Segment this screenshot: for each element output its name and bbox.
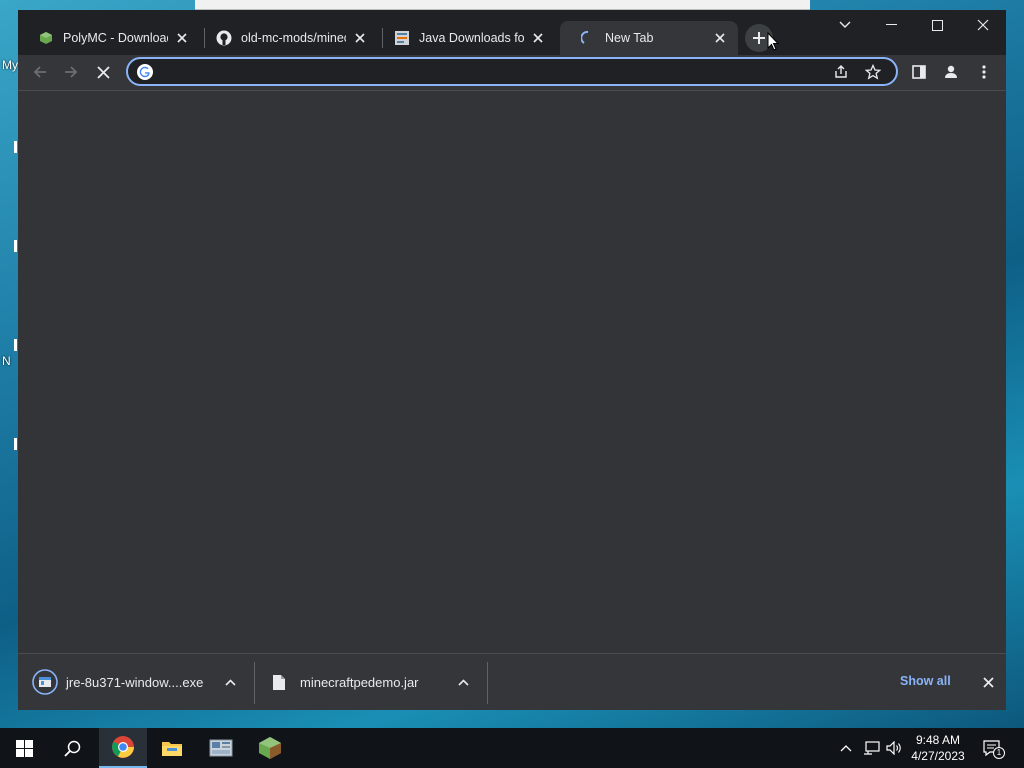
- download-separator: [254, 662, 255, 704]
- minimize-icon: [885, 24, 897, 25]
- clock-date: 4/27/2023: [911, 749, 965, 763]
- polymc-icon: [259, 737, 281, 759]
- show-all-link[interactable]: Show all: [900, 674, 951, 688]
- chrome-icon: [112, 736, 134, 758]
- tab-title: PolyMC - Download f: [63, 31, 168, 45]
- start-button[interactable]: [0, 728, 48, 768]
- arrow-left-icon: [33, 66, 46, 78]
- search-icon: [63, 740, 80, 757]
- desktop-icon-label[interactable]: N: [2, 354, 11, 368]
- network-button[interactable]: [861, 738, 881, 758]
- close-icon[interactable]: [712, 30, 728, 46]
- desktop-icon-edge: [14, 141, 17, 153]
- download-options-button[interactable]: [453, 672, 473, 692]
- stop-loading-button[interactable]: [89, 58, 117, 86]
- maximize-button[interactable]: [914, 10, 960, 40]
- polymc-icon: [38, 30, 54, 46]
- installer-icon: [32, 669, 58, 695]
- taskbar-search-button[interactable]: [48, 728, 96, 768]
- java-icon: [394, 30, 410, 46]
- google-icon: [137, 64, 153, 80]
- taskbar-chrome[interactable]: [99, 728, 147, 768]
- file-explorer-icon: [162, 742, 182, 756]
- app-icon: [209, 739, 233, 757]
- download-filename: jre-8u371-window....exe: [66, 674, 204, 690]
- close-icon[interactable]: [174, 30, 190, 46]
- volume-button[interactable]: [884, 738, 904, 758]
- github-icon: [216, 30, 232, 46]
- plus-icon: [753, 32, 765, 44]
- tab-polymc[interactable]: PolyMC - Download f: [18, 21, 200, 55]
- person-icon: [945, 65, 957, 78]
- taskbar-polymc[interactable]: [246, 728, 294, 768]
- download-shelf: jre-8u371-window....exe minecraftpedemo.…: [18, 653, 1006, 710]
- bookmark-star-icon[interactable]: [862, 61, 884, 83]
- chevron-up-icon: [840, 745, 852, 752]
- chevron-up-icon: [457, 678, 469, 686]
- close-window-button[interactable]: [960, 10, 1006, 40]
- file-icon: [266, 669, 292, 695]
- close-icon[interactable]: [352, 30, 368, 46]
- download-item[interactable]: jre-8u371-window....exe: [32, 662, 203, 702]
- more-vertical-icon: [982, 65, 986, 79]
- notification-count-badge: 1: [993, 747, 1005, 759]
- taskbar-file-explorer[interactable]: [148, 728, 196, 768]
- speaker-icon: [885, 741, 901, 755]
- side-panel-button[interactable]: [905, 58, 933, 86]
- browser-toolbar: [18, 55, 1006, 90]
- arrow-right-icon: [65, 66, 78, 78]
- address-input[interactable]: [160, 62, 820, 82]
- close-icon: [977, 19, 989, 31]
- minimize-button[interactable]: [868, 10, 914, 40]
- tab-strip: PolyMC - Download f old-mc-mods/minecr J…: [18, 10, 1006, 55]
- taskbar: 9:48 AM 4/27/2023 1: [0, 728, 1024, 768]
- clock-time: 9:48 AM: [915, 733, 961, 747]
- chevron-down-icon: [839, 21, 851, 28]
- tab-title: Java Downloads for A: [419, 31, 524, 45]
- tab-search-button[interactable]: [822, 10, 868, 40]
- taskbar-app[interactable]: [197, 728, 245, 768]
- desktop-icon-edge: [14, 438, 17, 450]
- back-button[interactable]: [26, 58, 54, 86]
- side-panel-icon: [912, 65, 926, 79]
- mouse-cursor-icon: [767, 32, 779, 51]
- address-bar[interactable]: [126, 57, 898, 86]
- tab-github[interactable]: old-mc-mods/minecr: [196, 21, 378, 55]
- forward-button[interactable]: [57, 58, 85, 86]
- close-icon[interactable]: [530, 30, 546, 46]
- desktop-icon-label[interactable]: My: [2, 58, 18, 72]
- network-icon: [863, 741, 880, 755]
- chevron-up-icon: [224, 678, 236, 686]
- tab-java[interactable]: Java Downloads for A: [374, 21, 556, 55]
- tab-title: New Tab: [605, 31, 654, 45]
- windows-start-icon: [15, 739, 33, 757]
- close-icon: [96, 65, 110, 79]
- profile-button[interactable]: [937, 58, 965, 86]
- menu-button[interactable]: [970, 58, 998, 86]
- download-separator: [487, 662, 488, 704]
- download-options-button[interactable]: [220, 672, 240, 692]
- action-center-button[interactable]: 1: [982, 738, 1005, 759]
- taskbar-clock[interactable]: 9:48 AM 4/27/2023: [905, 732, 971, 764]
- desktop-icon-edge: [14, 240, 17, 252]
- close-icon: [982, 676, 994, 688]
- tab-new-tab[interactable]: New Tab: [560, 21, 738, 55]
- tab-title: old-mc-mods/minecr: [241, 31, 346, 45]
- desktop-icon-edge: [14, 339, 17, 351]
- download-item[interactable]: minecraftpedemo.jar: [266, 662, 419, 702]
- chrome-window: PolyMC - Download f old-mc-mods/minecr J…: [18, 10, 1006, 710]
- background-window-edge: [195, 0, 810, 10]
- share-icon[interactable]: [830, 61, 852, 83]
- maximize-icon: [931, 19, 943, 31]
- loading-spinner-icon: [580, 30, 596, 46]
- page-content: [18, 90, 1006, 653]
- close-download-shelf-button[interactable]: [978, 672, 998, 692]
- download-filename: minecraftpedemo.jar: [300, 674, 419, 690]
- show-hidden-icons-button[interactable]: [836, 738, 856, 758]
